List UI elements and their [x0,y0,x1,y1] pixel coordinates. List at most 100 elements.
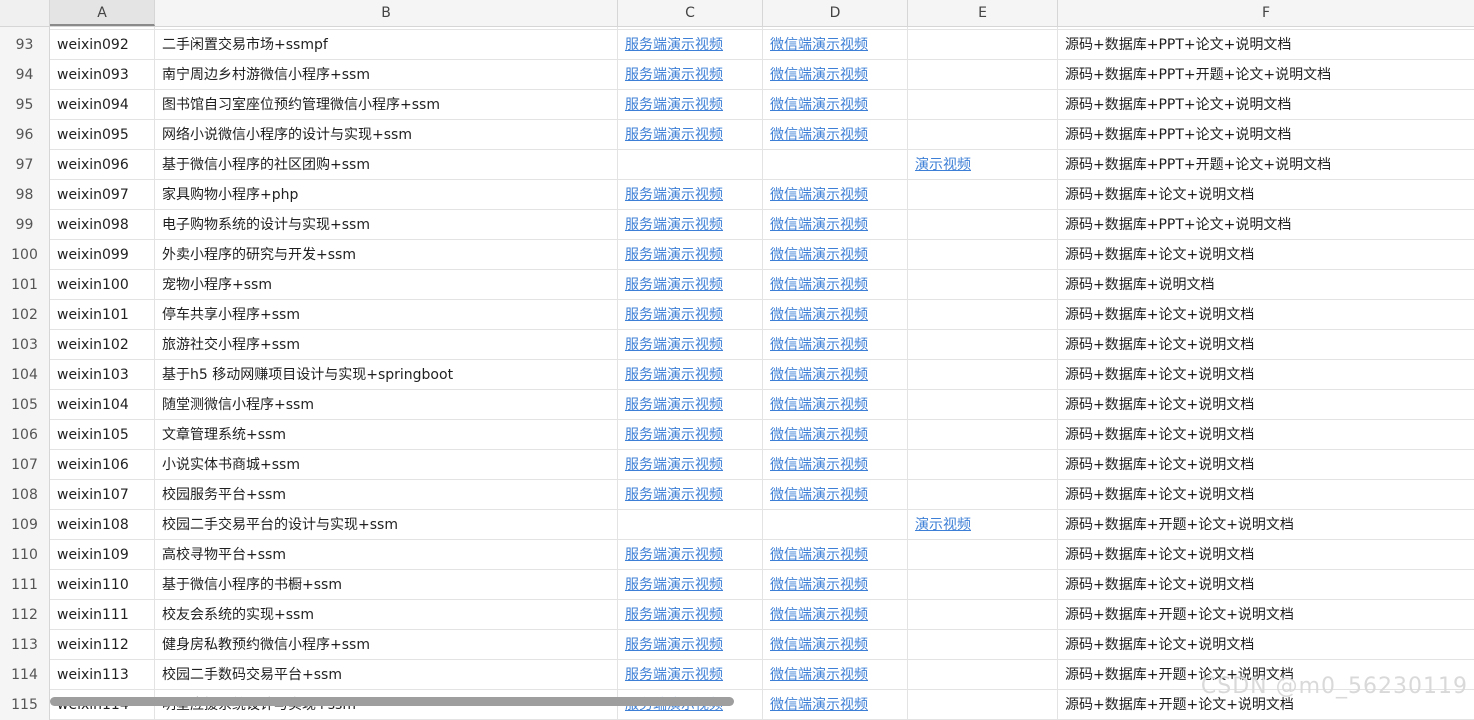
row-number[interactable]: 111 [0,570,50,600]
cell-contents[interactable]: 源码+数据库+论文+说明文档 [1058,180,1474,210]
cell-title[interactable]: 二手闲置交易市场+ssmpf [155,30,618,60]
row-number[interactable]: 102 [0,300,50,330]
cell-title[interactable]: 家具购物小程序+php [155,180,618,210]
cell-wechat-video[interactable] [763,150,908,180]
video-link[interactable]: 微信端演示视频 [770,127,868,143]
row-number[interactable]: 94 [0,60,50,90]
cell-title[interactable]: 校园二手交易平台的设计与实现+ssm [155,510,618,540]
cell-wechat-video[interactable]: 微信端演示视频 [763,570,908,600]
select-all-corner[interactable] [0,0,50,26]
cell-demo-video[interactable]: 演示视频 [908,150,1058,180]
cell-id[interactable]: weixin113 [50,660,155,690]
cell-title[interactable]: 随堂测微信小程序+ssm [155,390,618,420]
cell-server-video[interactable]: 服务端演示视频 [618,360,763,390]
video-link[interactable]: 服务端演示视频 [625,397,723,413]
video-link[interactable]: 微信端演示视频 [770,457,868,473]
cell-demo-video[interactable] [908,600,1058,630]
cell-demo-video[interactable] [908,210,1058,240]
cell-id[interactable]: weixin105 [50,420,155,450]
cell-wechat-video[interactable]: 微信端演示视频 [763,690,908,720]
cell-server-video[interactable]: 服务端演示视频 [618,390,763,420]
cell-title[interactable]: 小说实体书商城+ssm [155,450,618,480]
cell-title[interactable]: 健身房私教预约微信小程序+ssm [155,630,618,660]
cell-title[interactable]: 停车共享小程序+ssm [155,300,618,330]
row-number[interactable]: 115 [0,690,50,720]
video-link[interactable]: 演示视频 [915,157,971,173]
cell-server-video[interactable] [618,510,763,540]
cell-id[interactable]: weixin110 [50,570,155,600]
cell-id[interactable]: weixin103 [50,360,155,390]
cell-contents[interactable]: 源码+数据库+PPT+开题+论文+说明文档 [1058,60,1474,90]
cell-title[interactable]: 电子购物系统的设计与实现+ssm [155,210,618,240]
cell-contents[interactable]: 源码+数据库+开题+论文+说明文档 [1058,510,1474,540]
row-number[interactable]: 114 [0,660,50,690]
video-link[interactable]: 微信端演示视频 [770,307,868,323]
cell-contents[interactable]: 源码+数据库+论文+说明文档 [1058,420,1474,450]
video-link[interactable]: 服务端演示视频 [625,187,723,203]
cell-server-video[interactable]: 服务端演示视频 [618,660,763,690]
cell-server-video[interactable]: 服务端演示视频 [618,630,763,660]
row-number[interactable]: 96 [0,120,50,150]
cell-contents[interactable]: 源码+数据库+论文+说明文档 [1058,570,1474,600]
row-number[interactable]: 113 [0,630,50,660]
video-link[interactable]: 服务端演示视频 [625,577,723,593]
cell-title[interactable]: 基于微信小程序的社区团购+ssm [155,150,618,180]
cell-wechat-video[interactable]: 微信端演示视频 [763,600,908,630]
cell-contents[interactable]: 源码+数据库+论文+说明文档 [1058,540,1474,570]
cell-id[interactable]: weixin092 [50,30,155,60]
row-number[interactable]: 98 [0,180,50,210]
cell-server-video[interactable]: 服务端演示视频 [618,570,763,600]
cell-wechat-video[interactable]: 微信端演示视频 [763,630,908,660]
cell-wechat-video[interactable]: 微信端演示视频 [763,120,908,150]
cell-title[interactable]: 宠物小程序+ssm [155,270,618,300]
cell-server-video[interactable]: 服务端演示视频 [618,270,763,300]
cell-contents[interactable]: 源码+数据库+PPT+论文+说明文档 [1058,90,1474,120]
cell-server-video[interactable]: 服务端演示视频 [618,450,763,480]
cell-id[interactable]: weixin100 [50,270,155,300]
cell-id[interactable]: weixin109 [50,540,155,570]
cell-server-video[interactable]: 服务端演示视频 [618,540,763,570]
cell-title[interactable]: 图书馆自习室座位预约管理微信小程序+ssm [155,90,618,120]
cell-server-video[interactable]: 服务端演示视频 [618,300,763,330]
cell-wechat-video[interactable]: 微信端演示视频 [763,180,908,210]
cell-server-video[interactable]: 服务端演示视频 [618,60,763,90]
video-link[interactable]: 服务端演示视频 [625,337,723,353]
cell-title[interactable]: 基于h5 移动网赚项目设计与实现+springboot [155,360,618,390]
video-link[interactable]: 服务端演示视频 [625,307,723,323]
video-link[interactable]: 微信端演示视频 [770,547,868,563]
cell-demo-video[interactable] [908,390,1058,420]
cell-demo-video[interactable] [908,420,1058,450]
video-link[interactable]: 服务端演示视频 [625,547,723,563]
cell-demo-video[interactable] [908,120,1058,150]
cell-demo-video[interactable] [908,450,1058,480]
cell-server-video[interactable]: 服务端演示视频 [618,240,763,270]
column-header-a[interactable]: A [50,0,155,26]
cell-server-video[interactable]: 服务端演示视频 [618,30,763,60]
video-link[interactable]: 服务端演示视频 [625,217,723,233]
video-link[interactable]: 微信端演示视频 [770,247,868,263]
row-number[interactable]: 107 [0,450,50,480]
row-number[interactable]: 110 [0,540,50,570]
cell-id[interactable]: weixin098 [50,210,155,240]
row-number[interactable]: 105 [0,390,50,420]
cell-title[interactable]: 外卖小程序的研究与开发+ssm [155,240,618,270]
cell-title[interactable]: 校园服务平台+ssm [155,480,618,510]
cell-title[interactable]: 高校寻物平台+ssm [155,540,618,570]
cell-id[interactable]: weixin102 [50,330,155,360]
video-link[interactable]: 服务端演示视频 [625,487,723,503]
cell-wechat-video[interactable]: 微信端演示视频 [763,390,908,420]
cell-demo-video[interactable] [908,90,1058,120]
cell-demo-video[interactable] [908,570,1058,600]
cell-demo-video[interactable] [908,60,1058,90]
row-number[interactable]: 99 [0,210,50,240]
video-link[interactable]: 微信端演示视频 [770,277,868,293]
cell-server-video[interactable]: 服务端演示视频 [618,480,763,510]
video-link[interactable]: 微信端演示视频 [770,67,868,83]
cell-id[interactable]: weixin112 [50,630,155,660]
cell-server-video[interactable]: 服务端演示视频 [618,600,763,630]
cell-wechat-video[interactable] [763,510,908,540]
video-link[interactable]: 微信端演示视频 [770,97,868,113]
cell-id[interactable]: weixin093 [50,60,155,90]
cell-id[interactable]: weixin101 [50,300,155,330]
video-link[interactable]: 微信端演示视频 [770,187,868,203]
